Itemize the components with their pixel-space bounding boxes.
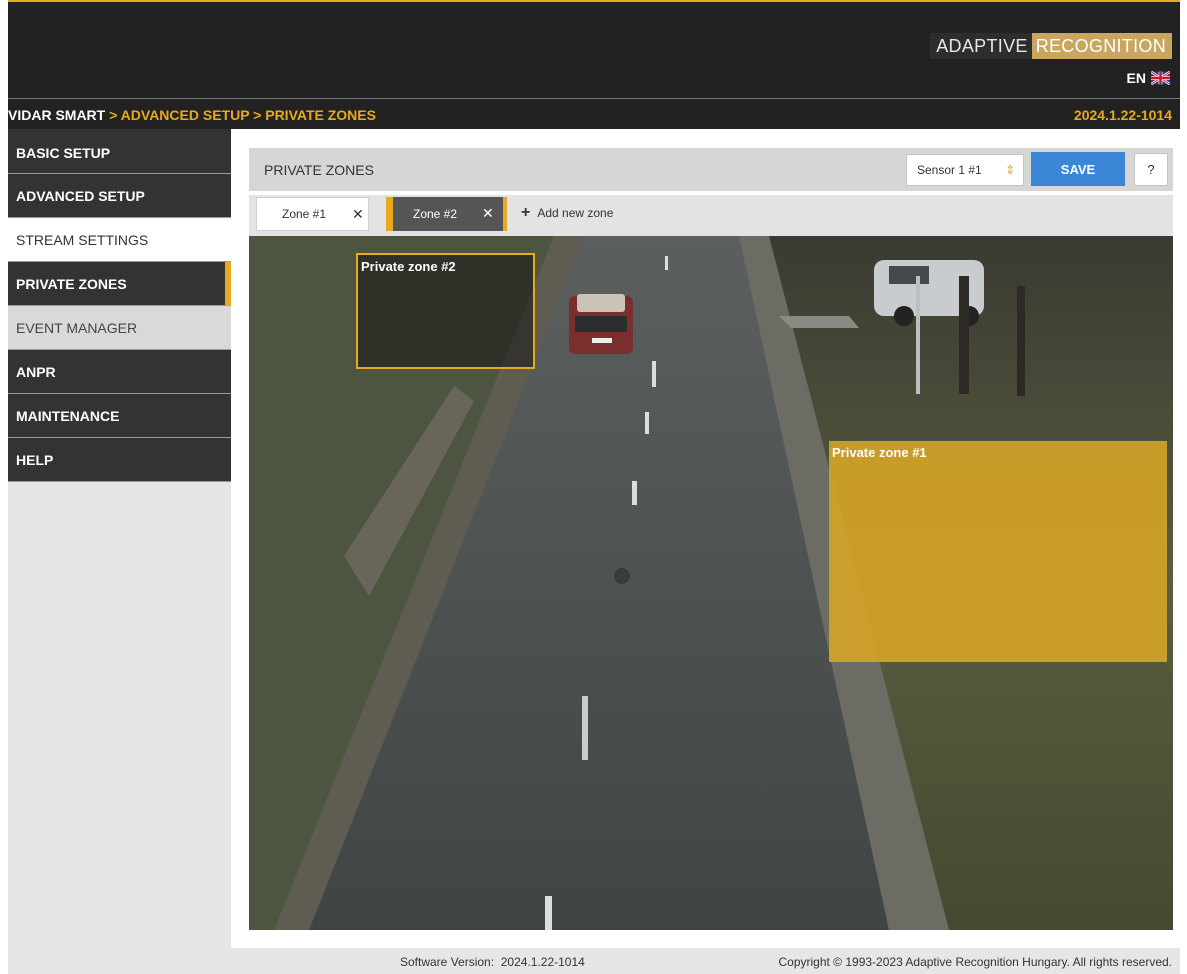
add-zone-button[interactable]: + Add new zone [521, 204, 614, 221]
sidebar-item-advanced-setup[interactable]: ADVANCED SETUP [8, 174, 231, 218]
sensor-select-value: Sensor 1 #1 [917, 163, 982, 177]
uk-flag-icon [1151, 71, 1170, 85]
sidebar-item-label: HELP [16, 451, 54, 468]
language-code: EN [1126, 70, 1146, 86]
sidebar-item-private-zones[interactable]: PRIVATE ZONES [8, 262, 231, 306]
software-version-value: 2024.1.22-1014 [500, 955, 585, 969]
sidebar-item-basic-setup[interactable]: BASIC SETUP [8, 129, 231, 174]
top-header: ADAPTIVE RECOGNITION EN VIDAR SMART > AD… [8, 0, 1180, 129]
zone-label: Private zone #1 [832, 445, 927, 460]
car [569, 294, 633, 354]
sidebar-item-label: EVENT MANAGER [16, 319, 138, 336]
sidebar-item-stream-settings[interactable]: STREAM SETTINGS [8, 218, 231, 262]
zone-tabs-bar: Zone #1 ✕ Zone #2 ✕ + Add new zone [249, 195, 1173, 236]
sidebar-item-label: ADVANCED SETUP [16, 187, 145, 204]
zone-label: Private zone #2 [361, 259, 456, 274]
camera-view[interactable]: Private zone #2 Private zone #1 [249, 236, 1173, 930]
save-button[interactable]: SAVE [1031, 152, 1125, 186]
software-version: Software Version: 2024.1.22-1014 [400, 955, 585, 969]
close-icon[interactable]: ✕ [482, 205, 494, 222]
breadcrumb-root[interactable]: VIDAR SMART [8, 107, 105, 123]
sidebar-item-label: ANPR [16, 363, 56, 380]
sidebar-item-help[interactable]: HELP [8, 438, 231, 482]
add-zone-label: Add new zone [537, 206, 614, 220]
sidebar-item-maintenance[interactable]: MAINTENANCE [8, 394, 231, 438]
brand-logo-part1: ADAPTIVE [930, 33, 1032, 59]
brand-logo-part2: RECOGNITION [1031, 33, 1172, 59]
sidebar-item-label: STREAM SETTINGS [16, 231, 149, 248]
tab-zone-2[interactable]: Zone #2 ✕ [386, 197, 507, 231]
sidebar: BASIC SETUP ADVANCED SETUP STREAM SETTIN… [8, 129, 231, 948]
close-icon[interactable]: ✕ [352, 206, 364, 223]
software-version-label: Software Version: [400, 955, 495, 969]
sidebar-item-event-manager[interactable]: EVENT MANAGER [8, 306, 231, 350]
sidebar-item-label: BASIC SETUP [16, 145, 111, 161]
select-arrows-icon: ⇕ [1004, 163, 1015, 177]
tab-label: Zone #2 [413, 207, 458, 221]
help-button[interactable]: ? [1134, 153, 1168, 186]
brand-logo: ADAPTIVE RECOGNITION [930, 33, 1172, 59]
header-version: 2024.1.22-1014 [1073, 107, 1172, 123]
language-selector[interactable]: EN [1127, 70, 1170, 86]
sidebar-item-anpr[interactable]: ANPR [8, 350, 231, 394]
sensor-select[interactable]: Sensor 1 #1 ⇕ [906, 154, 1024, 186]
private-zone-1[interactable]: Private zone #1 [829, 441, 1167, 662]
page-title: PRIVATE ZONES [264, 162, 374, 178]
breadcrumb: VIDAR SMART > ADVANCED SETUP > PRIVATE Z… [8, 107, 376, 123]
plus-icon: + [521, 204, 531, 221]
tab-zone-1[interactable]: Zone #1 ✕ [256, 197, 369, 231]
copyright: Copyright © 1993-2023 Adaptive Recogniti… [778, 955, 1172, 969]
tab-label: Zone #1 [282, 207, 327, 221]
breadcrumb-path: > ADVANCED SETUP > PRIVATE ZONES [105, 107, 376, 123]
header-divider [8, 98, 1180, 99]
private-zone-2[interactable]: Private zone #2 [356, 253, 535, 369]
sidebar-item-label: PRIVATE ZONES [16, 275, 127, 292]
footer: Software Version: 2024.1.22-1014 Copyrig… [8, 948, 1180, 974]
sidebar-item-label: MAINTENANCE [16, 407, 120, 424]
panel-header: PRIVATE ZONES Sensor 1 #1 ⇕ SAVE ? [249, 148, 1173, 191]
